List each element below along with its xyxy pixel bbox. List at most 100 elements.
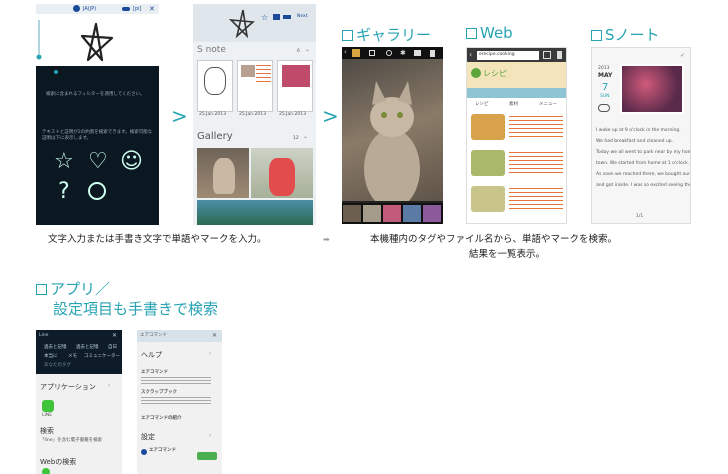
caption-left: 文字入力または手書き文字で単語やマークを入力。 (48, 234, 267, 245)
note-line: As soon we reached there, we bought our … (596, 172, 690, 177)
section-web-label: Web (480, 24, 513, 42)
camera-icon[interactable] (414, 50, 421, 56)
dish-photo (471, 114, 505, 140)
next-button[interactable]: Next (297, 14, 307, 20)
recipe-item[interactable] (471, 150, 564, 180)
edit-icon[interactable] (369, 50, 375, 56)
pen-indicator: [pi] (133, 6, 142, 12)
handwritten-star-icon (228, 9, 255, 39)
snote-thumb[interactable] (237, 60, 273, 112)
recipe-item[interactable] (471, 186, 564, 216)
tab-bar (467, 88, 566, 98)
section-gallery-header: ギャラリー (342, 24, 431, 45)
air-command-toggle[interactable] (197, 452, 217, 460)
tag-item[interactable]: 本当に (44, 354, 58, 360)
filmstrip (342, 203, 443, 224)
film-thumb[interactable] (343, 205, 361, 222)
film-thumb[interactable] (363, 205, 381, 222)
mark-grid: ☆ ♡ ☺ ? (54, 150, 150, 220)
chevron-right-icon: › (209, 350, 212, 357)
help-label: ヘルプ (141, 351, 162, 359)
cat-photo[interactable] (342, 59, 443, 209)
tag-item[interactable]: メモ (68, 354, 77, 360)
search-message: テキストと証明が2の約割を検索できます。検索可能な証明は下に表示します。 (42, 130, 153, 141)
section-snote-label: Sノート (605, 26, 660, 44)
snote-thumb[interactable] (197, 60, 233, 112)
check-icon[interactable]: ✓ (680, 52, 685, 59)
note-line: and got inside. I was so excited seeing … (596, 183, 690, 188)
close-icon[interactable]: ✕ (212, 332, 217, 339)
note-photo[interactable] (620, 64, 684, 114)
delete-icon[interactable] (430, 50, 435, 57)
spiral-mark-icon[interactable] (88, 182, 106, 200)
share-icon[interactable] (386, 50, 392, 56)
question-mark-icon[interactable]: ? (58, 180, 70, 204)
gallery-photo[interactable] (197, 200, 313, 225)
note-line: We had breakfast and cleaned up. (596, 139, 674, 144)
tag-item[interactable]: コミュニケーター (84, 354, 120, 360)
checkbox-icon (342, 30, 353, 41)
chevron-down-icon[interactable]: ⌄ (303, 133, 308, 140)
next-arrow-2: > (322, 104, 339, 128)
chevron-right-icon: › (209, 432, 212, 439)
text-lines (256, 65, 271, 85)
screenshot-app-search: Line ✕ 過去と記憶 過去と記憶 自日 本当に メモ コミュニケーター あな… (36, 330, 122, 474)
tag-item[interactable]: あなたのタグ (44, 363, 71, 369)
note-month: MAY (598, 72, 613, 79)
film-thumb[interactable] (383, 205, 401, 222)
tab-ingredient[interactable]: 素材 (509, 102, 518, 108)
gallery-count: 12 (293, 136, 299, 141)
back-icon[interactable]: ‹ (469, 50, 472, 59)
back-icon[interactable]: ‹ (344, 48, 347, 56)
screenshot-handwriting-input: JA(JP) [pi] ✕ 検索に含まれるフィルターを適用してください。 テキス… (36, 4, 159, 225)
star-mark-icon[interactable]: ☆ (54, 150, 74, 174)
search-header: Line ✕ 過去と記憶 過去と記憶 自日 本当に メモ コミュニケーター あな… (36, 330, 122, 374)
close-icon[interactable]: ✕ (149, 5, 155, 13)
snote-thumb[interactable] (277, 60, 313, 112)
heart-mark-icon[interactable]: ♡ (88, 150, 108, 174)
chevron-down-icon[interactable]: ⌄ (305, 46, 310, 53)
settings-header: エアコマンド ✕ (137, 330, 222, 342)
gallery-photo[interactable] (251, 148, 313, 198)
handwriting-pad[interactable]: ☆ Next (193, 4, 316, 42)
photo-thumb (282, 65, 310, 87)
section-gallery-label: ギャラリー (356, 26, 432, 44)
site-title: レシピ (483, 69, 507, 78)
smiley-mark-icon[interactable]: ☺ (120, 150, 143, 174)
checkbox-icon (36, 284, 47, 295)
url-text: erecipe.cooking (479, 52, 515, 57)
tag-item[interactable]: 過去と記憶 (44, 345, 67, 351)
toggle-icon (283, 15, 291, 19)
gallery-photo[interactable] (197, 148, 249, 198)
section-web-header: Web (466, 24, 513, 42)
help-sub-1: エアコマンド (141, 370, 168, 375)
help-sub-2: スクラップブック (141, 390, 177, 395)
snote-section-header: S note 6 ⌄ (193, 44, 316, 58)
bluetooth-icon[interactable]: ✱ (400, 49, 406, 57)
gallery-section-header: Gallery 12 ⌄ (193, 130, 316, 146)
bookmark-icon[interactable] (557, 51, 562, 59)
recipe-item[interactable] (471, 114, 564, 144)
note-line: town. We started from home at 1 o'clock. (596, 161, 690, 166)
film-thumb[interactable] (423, 205, 441, 222)
air-command-label: エアコマンド (149, 448, 176, 453)
close-icon[interactable]: ✕ (112, 332, 117, 339)
tab-recipe[interactable]: レシピ (475, 102, 489, 108)
tab-menu[interactable]: メニュー (539, 102, 557, 108)
recipe-text (509, 152, 563, 174)
weather-icon (598, 104, 610, 112)
recipe-logo-icon (471, 68, 481, 78)
line-app-icon[interactable] (42, 400, 54, 412)
handwriting-pad[interactable] (36, 14, 159, 66)
filter-message: 検索に含まれるフィルターを適用してください。 (46, 92, 145, 97)
caption-right-2: 結果を一覧表示。 (469, 249, 546, 260)
mark-icon (273, 14, 280, 20)
tag-item[interactable]: 自日 (108, 345, 117, 351)
cat-photo-icon (364, 81, 420, 209)
desc-lines (141, 397, 211, 405)
gallery-label: Gallery (197, 131, 233, 142)
tabs-icon[interactable] (543, 51, 551, 59)
tag-item[interactable]: 過去と記憶 (76, 345, 99, 351)
recipe-text (509, 188, 563, 210)
film-thumb[interactable] (403, 205, 421, 222)
